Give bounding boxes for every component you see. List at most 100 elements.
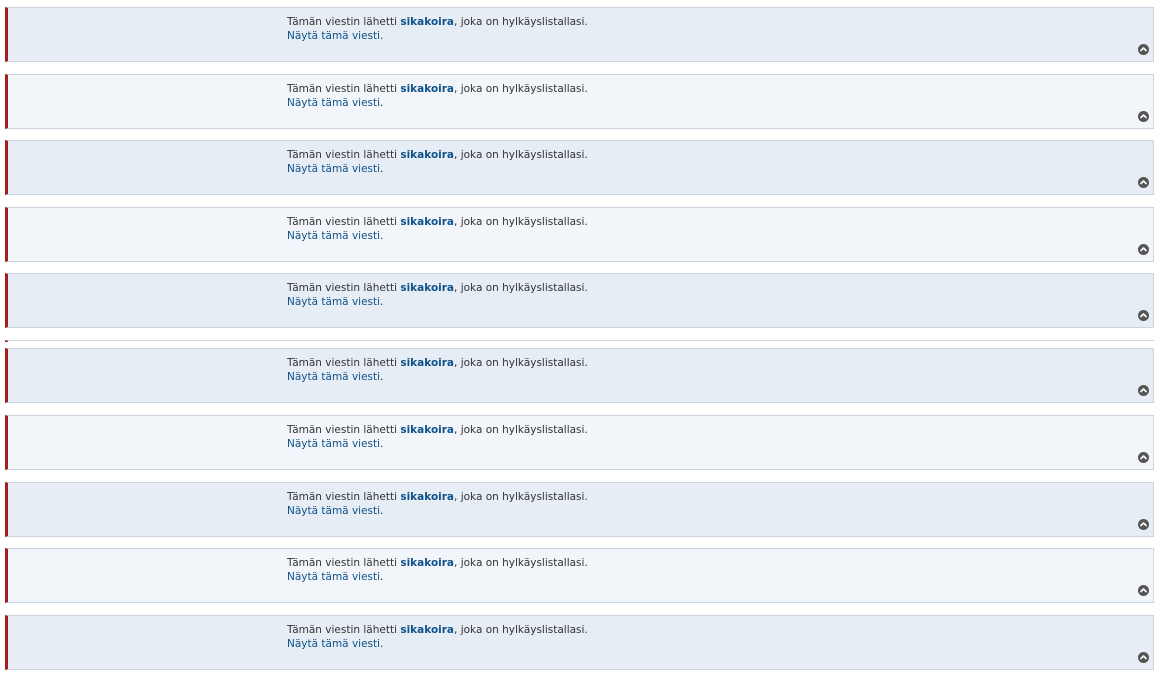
notice-line: Tämän viestin lähetti sikakoira, joka on… (287, 281, 588, 295)
show-suffix: . (380, 438, 384, 450)
chevron-up-circle-icon (1140, 588, 1147, 593)
notice-suffix: , joka on hylkäyslistallasi. (454, 557, 588, 569)
notice-line: Tämän viestin lähetti sikakoira, joka on… (287, 423, 588, 437)
chevron-up-circle-icon (1140, 47, 1147, 52)
ignored-post: Tämän viestin lähetti sikakoira, joka on… (5, 615, 1154, 670)
author-link[interactable]: sikakoira (400, 424, 454, 436)
ignored-post-notice: Tämän viestin lähetti sikakoira, joka on… (287, 356, 588, 384)
ignored-post-notice: Tämän viestin lähetti sikakoira, joka on… (287, 623, 588, 651)
author-link[interactable]: sikakoira (400, 282, 454, 294)
show-line: Näytä tämä viesti. (287, 504, 588, 518)
ignored-post: Tämän viestin lähetti sikakoira, joka on… (5, 415, 1154, 470)
show-suffix: . (380, 638, 384, 650)
notice-line: Tämän viestin lähetti sikakoira, joka on… (287, 215, 588, 229)
show-suffix: . (380, 296, 384, 308)
chevron-up-circle-icon (1140, 180, 1147, 185)
ignored-post-notice: Tämän viestin lähetti sikakoira, joka on… (287, 490, 588, 518)
show-line: Näytä tämä viesti. (287, 162, 588, 176)
ignored-post-notice: Tämän viestin lähetti sikakoira, joka on… (287, 281, 588, 309)
show-line: Näytä tämä viesti. (287, 637, 588, 651)
notice-line: Tämän viestin lähetti sikakoira, joka on… (287, 623, 588, 637)
show-post-link[interactable]: Näytä tämä viesti (287, 230, 380, 242)
author-link[interactable]: sikakoira (400, 149, 454, 161)
show-suffix: . (380, 97, 384, 109)
back-to-top-button[interactable] (1138, 385, 1149, 396)
notice-suffix: , joka on hylkäyslistallasi. (454, 16, 588, 28)
ignored-posts-feed: Tämän viestin lähetti sikakoira, joka on… (0, 0, 1163, 677)
back-to-top-button[interactable] (1138, 111, 1149, 122)
show-suffix: . (380, 30, 384, 42)
notice-line: Tämän viestin lähetti sikakoira, joka on… (287, 356, 588, 370)
chevron-up-circle-icon (1140, 388, 1147, 393)
back-to-top-button[interactable] (1138, 44, 1149, 55)
show-line: Näytä tämä viesti. (287, 96, 588, 110)
ignored-post: Tämän viestin lähetti sikakoira, joka on… (5, 74, 1154, 129)
chevron-up-circle-icon (1140, 522, 1147, 527)
author-link[interactable]: sikakoira (400, 16, 454, 28)
notice-suffix: , joka on hylkäyslistallasi. (454, 282, 588, 294)
notice-prefix: Tämän viestin lähetti (287, 491, 401, 503)
show-post-link[interactable]: Näytä tämä viesti (287, 296, 380, 308)
ignored-post-notice: Tämän viestin lähetti sikakoira, joka on… (287, 423, 588, 451)
notice-prefix: Tämän viestin lähetti (287, 282, 401, 294)
notice-prefix: Tämän viestin lähetti (287, 424, 401, 436)
back-to-top-button[interactable] (1138, 652, 1149, 663)
notice-prefix: Tämän viestin lähetti (287, 16, 401, 28)
show-post-link[interactable]: Näytä tämä viesti (287, 371, 380, 383)
author-link[interactable]: sikakoira (400, 491, 454, 503)
ignored-post: Tämän viestin lähetti sikakoira, joka on… (5, 7, 1154, 62)
show-suffix: . (380, 571, 384, 583)
show-line: Näytä tämä viesti. (287, 570, 588, 584)
ignored-post-notice: Tämän viestin lähetti sikakoira, joka on… (287, 148, 588, 176)
show-post-link[interactable]: Näytä tämä viesti (287, 505, 380, 517)
author-link[interactable]: sikakoira (400, 557, 454, 569)
author-link[interactable]: sikakoira (400, 83, 454, 95)
notice-suffix: , joka on hylkäyslistallasi. (454, 83, 588, 95)
notice-suffix: , joka on hylkäyslistallasi. (454, 216, 588, 228)
show-post-link[interactable]: Näytä tämä viesti (287, 97, 380, 109)
back-to-top-button[interactable] (1138, 177, 1149, 188)
notice-suffix: , joka on hylkäyslistallasi. (454, 491, 588, 503)
ignored-post: Tämän viestin lähetti sikakoira, joka on… (5, 140, 1154, 195)
show-post-link[interactable]: Näytä tämä viesti (287, 163, 380, 175)
ignored-post: Tämän viestin lähetti sikakoira, joka on… (5, 482, 1154, 537)
show-post-link[interactable]: Näytä tämä viesti (287, 30, 380, 42)
chevron-up-circle-icon (1140, 114, 1147, 119)
show-suffix: . (380, 163, 384, 175)
notice-line: Tämän viestin lähetti sikakoira, joka on… (287, 490, 588, 504)
notice-line: Tämän viestin lähetti sikakoira, joka on… (287, 15, 588, 29)
chevron-up-circle-icon (1140, 313, 1147, 318)
ignored-post-notice: Tämän viestin lähetti sikakoira, joka on… (287, 556, 588, 584)
notice-line: Tämän viestin lähetti sikakoira, joka on… (287, 148, 588, 162)
show-suffix: . (380, 505, 384, 517)
show-suffix: . (380, 230, 384, 242)
notice-prefix: Tämän viestin lähetti (287, 216, 401, 228)
notice-line: Tämän viestin lähetti sikakoira, joka on… (287, 82, 588, 96)
back-to-top-button[interactable] (1138, 585, 1149, 596)
show-suffix: . (380, 371, 384, 383)
author-link[interactable]: sikakoira (400, 357, 454, 369)
back-to-top-button[interactable] (1138, 452, 1149, 463)
show-post-link[interactable]: Näytä tämä viesti (287, 638, 380, 650)
back-to-top-button[interactable] (1138, 244, 1149, 255)
notice-suffix: , joka on hylkäyslistallasi. (454, 424, 588, 436)
ignored-post: Tämän viestin lähetti sikakoira, joka on… (5, 548, 1154, 603)
notice-prefix: Tämän viestin lähetti (287, 83, 401, 95)
notice-prefix: Tämän viestin lähetti (287, 357, 401, 369)
author-link[interactable]: sikakoira (400, 216, 454, 228)
show-post-link[interactable]: Näytä tämä viesti (287, 438, 380, 450)
ignored-post-notice: Tämän viestin lähetti sikakoira, joka on… (287, 215, 588, 243)
ignored-post: Tämän viestin lähetti sikakoira, joka on… (5, 207, 1154, 262)
author-link[interactable]: sikakoira (400, 624, 454, 636)
back-to-top-button[interactable] (1138, 519, 1149, 530)
ignored-post: Tämän viestin lähetti sikakoira, joka on… (5, 348, 1154, 403)
show-post-link[interactable]: Näytä tämä viesti (287, 571, 380, 583)
show-line: Näytä tämä viesti. (287, 295, 588, 309)
notice-suffix: , joka on hylkäyslistallasi. (454, 624, 588, 636)
back-to-top-button[interactable] (1138, 310, 1149, 321)
show-line: Näytä tämä viesti. (287, 437, 588, 451)
show-line: Näytä tämä viesti. (287, 29, 588, 43)
notice-line: Tämän viestin lähetti sikakoira, joka on… (287, 556, 588, 570)
notice-prefix: Tämän viestin lähetti (287, 557, 401, 569)
show-line: Näytä tämä viesti. (287, 370, 588, 384)
